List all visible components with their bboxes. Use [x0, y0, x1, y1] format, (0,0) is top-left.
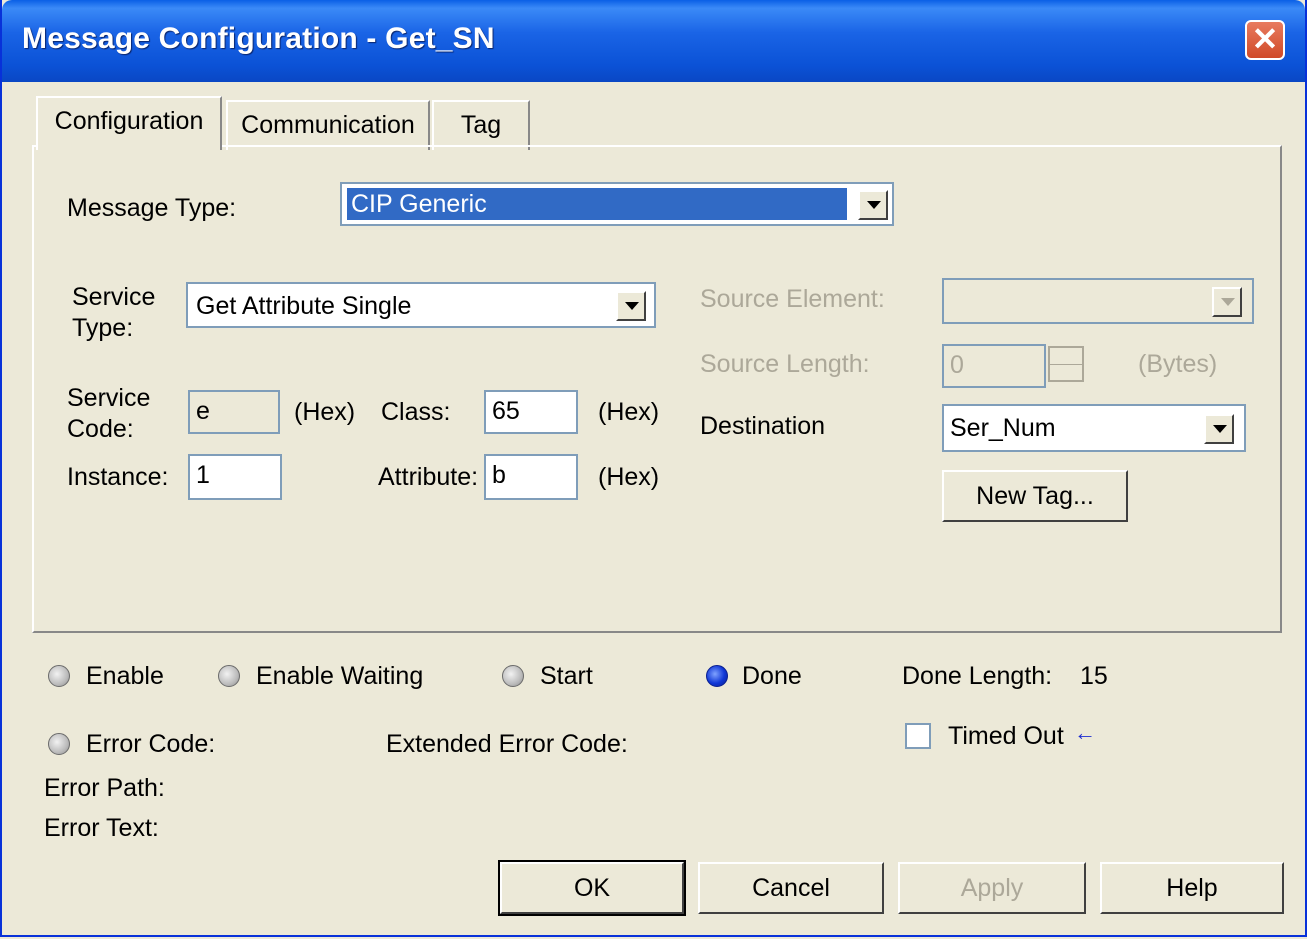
enable-indicator-icon: [48, 665, 70, 687]
done-length-label: Done Length:: [902, 662, 1053, 690]
class-field[interactable]: 65: [484, 390, 578, 434]
service-code-field: e: [188, 390, 280, 434]
chevron-down-icon[interactable]: [1204, 414, 1234, 444]
source-element-label: Source Element:: [700, 285, 885, 313]
timed-out-checkbox[interactable]: [905, 723, 931, 749]
chevron-down-icon: [1212, 287, 1242, 317]
close-icon[interactable]: ✕: [1245, 20, 1285, 60]
instance-value: 1: [196, 461, 210, 489]
spin-up-icon: [1050, 348, 1082, 365]
chevron-down-icon[interactable]: [858, 190, 888, 220]
hex-label: (Hex): [598, 463, 660, 491]
tab-configuration-label: Configuration: [54, 107, 204, 135]
service-type-value: Get Attribute Single: [196, 292, 412, 320]
service-type-dropdown[interactable]: Get Attribute Single: [186, 282, 656, 328]
message-type-dropdown[interactable]: CIP Generic: [340, 182, 894, 226]
tab-tag[interactable]: Tag: [432, 100, 530, 150]
cancel-button[interactable]: Cancel: [698, 862, 884, 914]
new-tag-button-label: New Tag...: [976, 482, 1094, 510]
window-title: Message Configuration - Get_SN: [22, 22, 495, 55]
tab-tag-label: Tag: [460, 111, 502, 139]
attribute-field[interactable]: b: [484, 454, 578, 500]
hex-label: (Hex): [598, 398, 660, 426]
arrow-left-icon: ←: [1074, 720, 1096, 745]
source-length-field[interactable]: 0: [942, 344, 1046, 388]
extended-error-code-label: Extended Error Code:: [386, 730, 628, 758]
attribute-label: Attribute:: [378, 463, 479, 491]
help-button-label: Help: [1166, 874, 1218, 902]
tab-configuration[interactable]: Configuration: [36, 96, 222, 150]
destination-label: Destination: [700, 412, 826, 440]
done-indicator-icon: [706, 665, 728, 687]
message-type-label: Message Type:: [67, 194, 237, 222]
service-code-label-line2: Code:: [67, 415, 134, 443]
hex-label: (Hex): [294, 398, 356, 426]
attribute-value: b: [492, 461, 506, 489]
message-type-value: CIP Generic: [347, 188, 847, 220]
service-code-label-line1: Service: [67, 384, 151, 412]
done-length-value: 15: [1080, 662, 1108, 690]
service-type-label-line2: Type:: [72, 314, 134, 342]
class-value: 65: [492, 397, 520, 425]
message-configuration-dialog: Message Configuration - Get_SN ✕ Configu…: [0, 0, 1307, 937]
tab-communication-label: Communication: [241, 111, 415, 139]
tab-communication[interactable]: Communication: [226, 100, 430, 150]
instance-label: Instance:: [67, 463, 169, 491]
source-length-spinner: [1048, 346, 1084, 382]
enable-waiting-label: Enable Waiting: [256, 662, 424, 690]
chevron-down-icon[interactable]: [616, 291, 646, 321]
instance-field[interactable]: 1: [188, 454, 282, 500]
source-length-label: Source Length:: [700, 350, 870, 378]
class-label: Class:: [381, 398, 451, 426]
error-code-label: Error Code:: [86, 730, 216, 758]
start-label: Start: [540, 662, 593, 690]
done-label: Done: [742, 662, 802, 690]
title-bar[interactable]: Message Configuration - Get_SN ✕: [2, 0, 1305, 82]
error-text-label: Error Text:: [44, 814, 159, 842]
enable-waiting-indicator-icon: [218, 665, 240, 687]
apply-button[interactable]: Apply: [898, 862, 1086, 914]
new-tag-button[interactable]: New Tag...: [942, 470, 1128, 522]
bytes-label: (Bytes): [1138, 350, 1218, 378]
source-element-dropdown[interactable]: [942, 278, 1254, 324]
error-code-indicator-icon: [48, 733, 70, 755]
start-indicator-icon: [502, 665, 524, 687]
destination-dropdown[interactable]: Ser_Num: [942, 404, 1246, 452]
cancel-button-label: Cancel: [752, 874, 830, 902]
source-length-value: 0: [950, 351, 964, 379]
service-code-value: e: [196, 397, 210, 425]
help-button[interactable]: Help: [1100, 862, 1284, 914]
ok-button-label: OK: [573, 874, 611, 902]
error-path-label: Error Path:: [44, 774, 165, 802]
destination-value: Ser_Num: [950, 414, 1056, 442]
enable-label: Enable: [86, 662, 164, 690]
service-type-label-line1: Service: [72, 283, 156, 311]
ok-button[interactable]: OK: [498, 860, 686, 916]
timed-out-label: Timed Out: [948, 722, 1064, 750]
apply-button-label: Apply: [960, 874, 1024, 902]
